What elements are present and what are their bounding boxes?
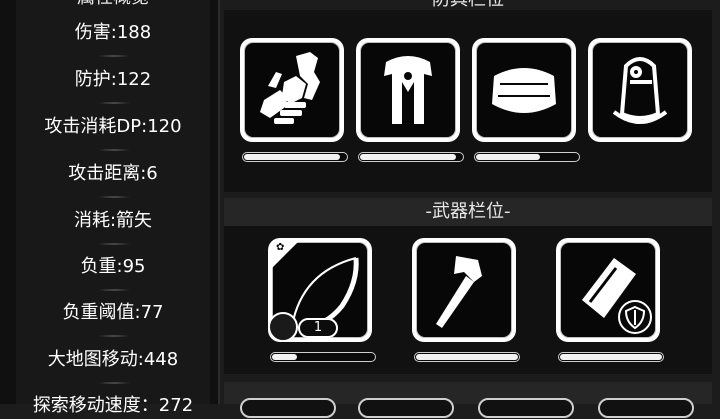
stat-load: 负重:95	[80, 256, 146, 277]
durability-bar	[242, 152, 348, 162]
stats-header: 属性概览	[16, 0, 210, 10]
durability-bar	[558, 352, 664, 362]
shield-icon	[618, 300, 652, 334]
accessory-slot[interactable]	[240, 398, 336, 418]
weapon-slot-shield[interactable]	[556, 238, 660, 342]
armor-slot-backpack[interactable]	[588, 38, 692, 142]
stats-list: 属性概览 伤害:188 防护:122 攻击消耗DP:120 攻击距离:6 消耗:…	[16, 0, 210, 416]
durability-bar	[474, 152, 580, 162]
stat-attack-dp-cost: 攻击消耗DP:120	[44, 116, 182, 137]
weapon-slot-bow[interactable]: ✿ 1	[268, 238, 372, 342]
stat-damage: 伤害:188	[74, 22, 152, 43]
armor-slot-hat[interactable]	[472, 38, 576, 142]
divider	[98, 149, 130, 151]
divider	[98, 382, 130, 384]
divider	[98, 55, 130, 57]
stat-attack-range: 攻击距离:6	[68, 163, 158, 184]
armor-slot-gauntlet[interactable]	[240, 38, 344, 142]
arrow-ammo-icon	[268, 312, 298, 342]
armor-slot-robe[interactable]	[356, 38, 460, 142]
divider	[98, 102, 130, 104]
divider	[98, 335, 130, 337]
durability-bar	[358, 152, 464, 162]
ammo-count: 1	[298, 318, 338, 338]
accessory-slot[interactable]	[598, 398, 694, 418]
backpack-icon	[612, 57, 668, 124]
accessory-slot[interactable]	[478, 398, 574, 418]
durability-bar	[270, 352, 376, 362]
fur-robe-icon	[384, 56, 432, 124]
durability-bar	[414, 352, 520, 362]
stat-map-movement: 大地图移动:448	[47, 349, 179, 370]
accessory-slot[interactable]	[358, 398, 454, 418]
divider	[98, 289, 130, 291]
weapon-section-header: -武器栏位-	[224, 198, 712, 226]
stat-load-threshold: 负重阈值:77	[62, 302, 164, 323]
stat-explore-speed: 探索移动速度：272	[32, 395, 194, 416]
divider	[98, 196, 130, 198]
fur-hat-icon	[492, 68, 556, 113]
weapon-slot-axe[interactable]	[412, 238, 516, 342]
stat-consumption: 消耗:箭矢	[73, 210, 153, 231]
divider	[98, 243, 130, 245]
gauntlet-icon	[260, 52, 320, 124]
stat-defense: 防护:122	[74, 69, 152, 90]
stats-panel: 属性概览 伤害:188 防护:122 攻击消耗DP:120 攻击距离:6 消耗:…	[0, 0, 220, 416]
war-axe-icon	[436, 256, 482, 328]
